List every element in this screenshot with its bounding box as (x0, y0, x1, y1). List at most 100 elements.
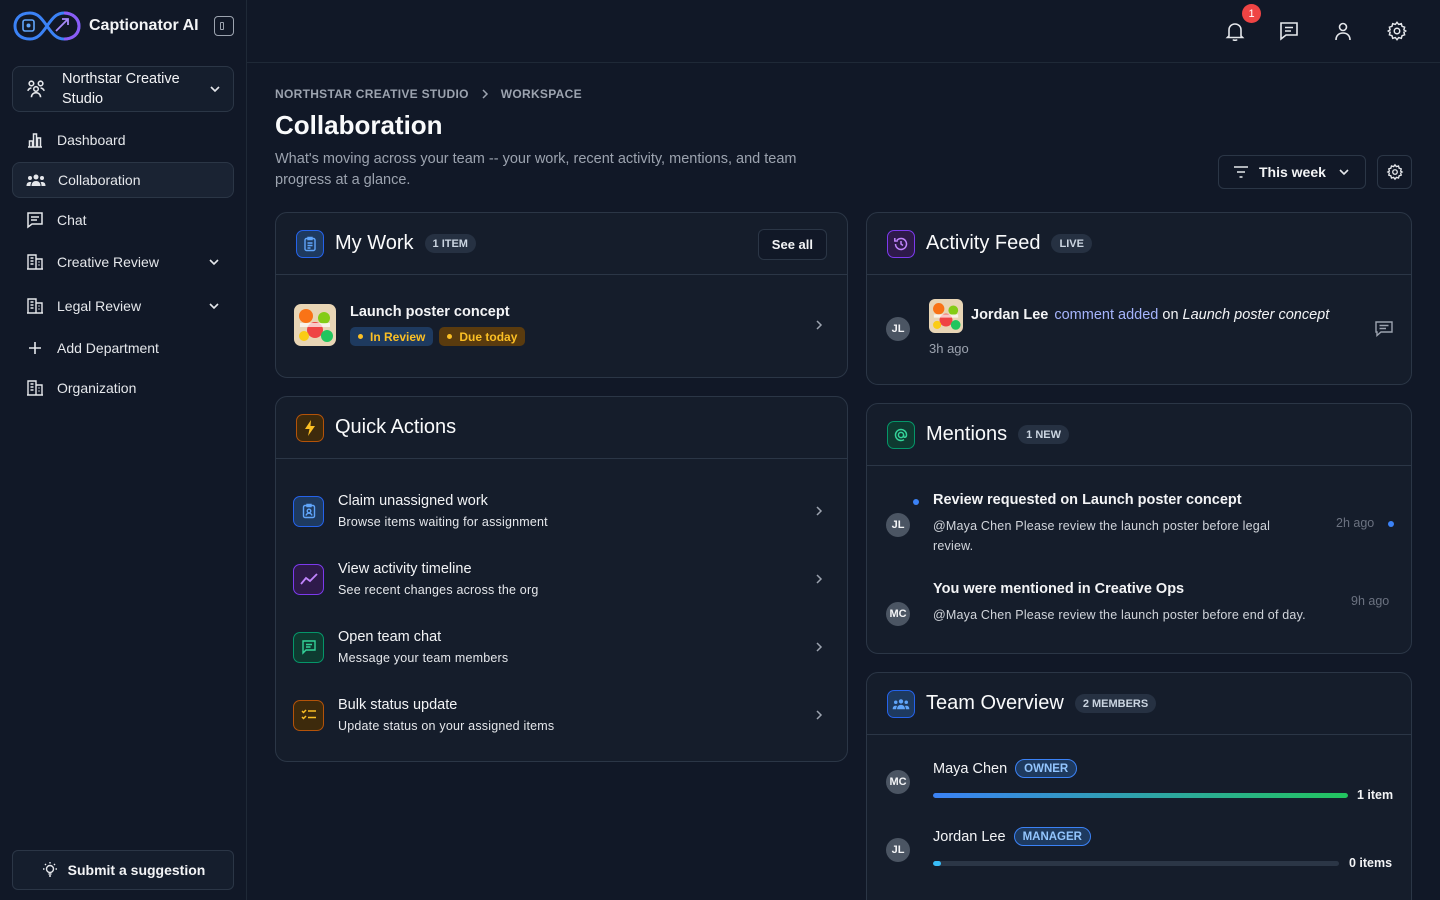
member-name: Maya Chen (933, 760, 1008, 777)
member-name-row: Jordan Lee MANAGER (933, 827, 1091, 846)
page-settings-button[interactable] (1377, 155, 1412, 189)
quick-actions-header: Quick Actions (276, 397, 847, 459)
team-overview-title: Team Overview (926, 692, 1064, 714)
quick-action-activity-timeline[interactable]: View activity timeline See recent change… (276, 545, 847, 613)
activity-text: Jordan Lee comment added on Launch poster… (971, 307, 1330, 323)
lightbulb-icon (42, 862, 57, 877)
activity-item[interactable]: JL Jordan Lee comment added on Launch pos… (867, 275, 1411, 383)
role-badge: OWNER (1015, 759, 1078, 778)
activity-action: comment added (1054, 307, 1159, 323)
member-name: Jordan Lee (933, 828, 1006, 845)
status-badge: In Review (350, 327, 434, 346)
sidebar-item-legal-review[interactable]: Legal Review (12, 286, 234, 326)
activity-feed-title: Activity Feed (926, 232, 1041, 254)
bell-icon[interactable] (1224, 20, 1246, 42)
poster-thumbnail (929, 299, 963, 333)
poster-thumbnail (294, 304, 336, 346)
member-count-badge: 2 MEMBERS (1074, 694, 1157, 713)
at-sign-icon (887, 420, 915, 449)
activity-feed-card: Activity Feed LIVE JL Jordan Lee comment … (866, 212, 1412, 385)
messages-icon[interactable] (1278, 20, 1300, 42)
my-work-count-badge: 1 ITEM (424, 234, 476, 253)
sidebar: Captionator AI Northstar Creative Studio… (0, 0, 247, 900)
topbar: 1 (247, 0, 1440, 63)
mentions-title: Mentions (926, 423, 1008, 445)
new-mentions-badge: 1 NEW (1018, 425, 1069, 444)
sidebar-item-organization[interactable]: Organization (12, 370, 234, 406)
date-filter-label: This week (1259, 164, 1326, 180)
trend-icon (293, 563, 324, 595)
sidebar-item-add-department[interactable]: Add Department (12, 330, 234, 366)
live-badge: LIVE (1051, 234, 1092, 253)
sidebar-item-dashboard[interactable]: Dashboard (12, 122, 234, 158)
activity-actor[interactable]: Jordan Lee (971, 307, 1048, 323)
clipboard-icon (296, 229, 324, 258)
quick-action-title: Claim unassigned work (338, 493, 488, 509)
due-badge: Due today (439, 327, 526, 346)
comment-icon (1375, 321, 1393, 337)
activity-target[interactable]: Launch poster concept (1183, 307, 1330, 323)
workload-bar-fill (933, 861, 942, 866)
avatar: JL (886, 317, 910, 341)
quick-action-bulk-status[interactable]: Bulk status update Update status on your… (276, 681, 847, 749)
team-member-row[interactable]: JL Jordan Lee MANAGER 0 items (867, 803, 1411, 871)
team-icon (26, 174, 46, 186)
workload-bar-fill (933, 793, 1348, 798)
role-badge: MANAGER (1013, 827, 1091, 846)
app-logo[interactable]: Captionator AI (12, 8, 234, 44)
activity-feed-header: Activity Feed LIVE (867, 213, 1411, 275)
unread-dot (913, 499, 919, 505)
mention-title: You were mentioned in Creative Ops (933, 581, 1185, 597)
org-name: Northstar Creative Studio (62, 71, 180, 107)
quick-action-team-chat[interactable]: Open team chat Message your team members (276, 613, 847, 681)
breadcrumb: NORTHSTAR CREATIVE STUDIO WORKSPACE (275, 87, 582, 101)
breadcrumb-org[interactable]: NORTHSTAR CREATIVE STUDIO (275, 87, 469, 101)
workload-bar (933, 793, 1348, 798)
sidebar-item-label: Add Department (57, 340, 159, 356)
team-icon (887, 689, 915, 718)
sidebar-item-collaboration[interactable]: Collaboration (12, 162, 234, 198)
quick-actions-card: Quick Actions Claim unassigned work Brow… (275, 396, 848, 762)
member-name-row: Maya Chen OWNER (933, 759, 1078, 778)
sidebar-item-label: Dashboard (57, 132, 126, 148)
team-overview-header: Team Overview 2 MEMBERS (867, 673, 1411, 735)
mention-title: Review requested on Launch poster concep… (933, 492, 1242, 508)
quick-action-desc: See recent changes across the org (338, 583, 539, 597)
gear-icon (1386, 163, 1403, 181)
chevron-down-icon[interactable] (208, 300, 220, 312)
collapse-sidebar-button[interactable] (214, 16, 234, 36)
filter-icon (1234, 166, 1248, 178)
workload-bar (933, 861, 1339, 866)
chevron-right-icon (816, 710, 823, 720)
submit-suggestion-label: Submit a suggestion (67, 862, 206, 878)
member-item-count: 1 item (1357, 788, 1394, 802)
quick-action-title: View activity timeline (338, 561, 472, 577)
quick-actions-title: Quick Actions (335, 416, 457, 438)
gear-icon[interactable] (1386, 20, 1408, 42)
page-subtitle: What's moving across your team -- your w… (275, 151, 797, 188)
chat-icon (293, 631, 324, 663)
team-member-row[interactable]: MC Maya Chen OWNER 1 item (867, 735, 1411, 803)
sidebar-item-creative-review[interactable]: Creative Review (12, 242, 234, 282)
quick-action-desc: Update status on your assigned items (338, 719, 555, 733)
work-item[interactable]: Launch poster concept In Review Due toda… (276, 275, 847, 375)
mention-item[interactable]: MC You were mentioned in Creative Ops @M… (867, 556, 1411, 646)
user-icon[interactable] (1332, 20, 1354, 42)
sidebar-item-label: Organization (57, 380, 137, 396)
date-filter-button[interactable]: This week (1218, 155, 1366, 189)
org-switcher[interactable]: Northstar Creative Studio (12, 66, 234, 112)
building-icon (27, 298, 43, 314)
history-icon (887, 229, 915, 258)
quick-action-claim-work[interactable]: Claim unassigned work Browse items waiti… (276, 477, 847, 545)
chevron-down-icon[interactable] (208, 256, 220, 268)
app-name: Captionator AI (89, 17, 199, 34)
work-item-title: Launch poster concept (350, 304, 510, 320)
mention-item[interactable]: JL Review requested on Launch poster con… (867, 466, 1411, 556)
member-item-count: 0 items (1349, 856, 1393, 870)
my-work-header: My Work 1 ITEM See all (276, 213, 847, 275)
sidebar-item-chat[interactable]: Chat (12, 202, 234, 238)
see-all-button[interactable]: See all (757, 229, 827, 260)
building-icon (27, 254, 43, 270)
submit-suggestion-button[interactable]: Submit a suggestion (12, 850, 234, 890)
sidebar-item-label: Collaboration (58, 172, 141, 188)
